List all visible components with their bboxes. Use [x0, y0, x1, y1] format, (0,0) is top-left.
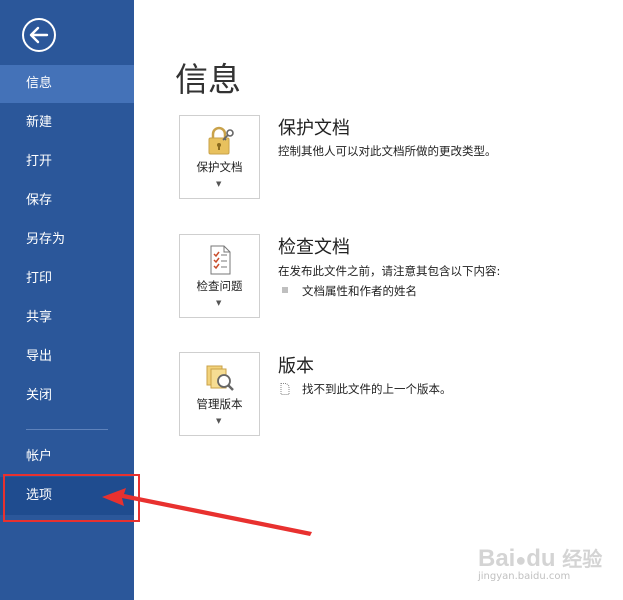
baidu-watermark: Bai●du 经验 jingyan.baidu.com — [478, 543, 602, 582]
watermark-brand-2: du — [526, 545, 556, 572]
watermark-suffix: 经验 — [562, 549, 603, 571]
annotation-arrow — [102, 488, 312, 536]
watermark-brand: Bai — [478, 545, 516, 572]
paw-icon: ● — [515, 550, 527, 570]
